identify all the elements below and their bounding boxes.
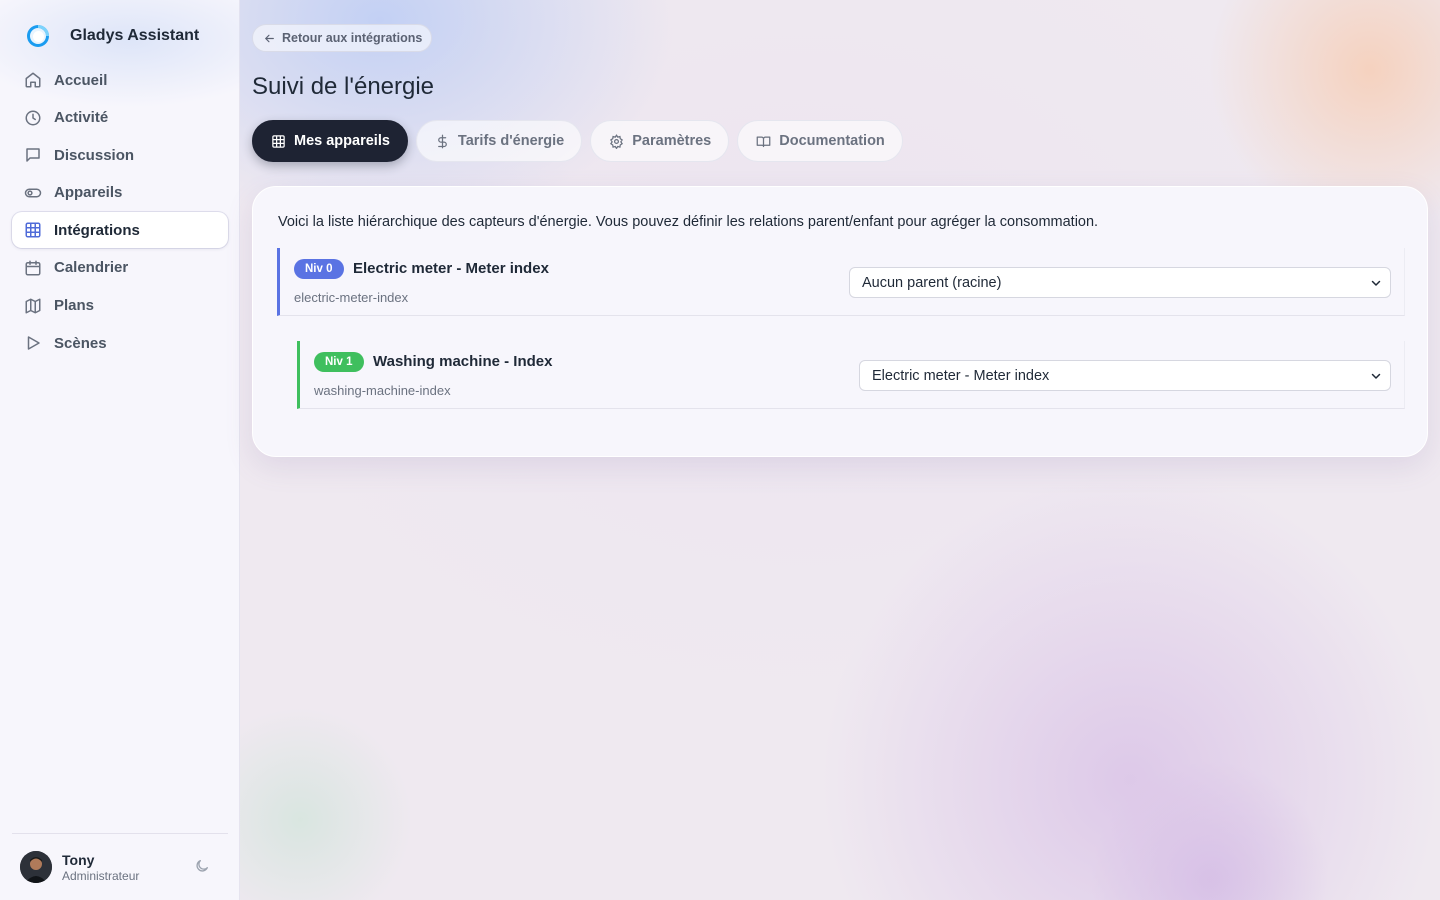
sidebar-item-integrations[interactable]: Intégrations: [12, 212, 228, 249]
sidebar-item-label: Plans: [54, 297, 95, 315]
sidebar-item-scenes[interactable]: Scènes: [12, 325, 228, 361]
book-icon: [756, 136, 771, 147]
level-badge: Niv 0: [294, 259, 344, 279]
calendar-icon: [24, 259, 42, 277]
sidebar-item-label: Appareils: [54, 184, 123, 202]
grid-icon: [24, 221, 42, 239]
tab-tarifs-energie[interactable]: Tarifs d'énergie: [415, 120, 583, 162]
sidebar-item-label: Calendrier: [54, 259, 129, 277]
tab-label: Documentation: [779, 133, 885, 149]
sidebar-item-label: Scènes: [54, 334, 107, 352]
sensor-row: Niv 1 Washing machine - Index washing-ma…: [297, 341, 1405, 409]
avatar[interactable]: [20, 851, 52, 883]
sidebar: Gladys Assistant Accueil Activité Discus…: [0, 0, 240, 900]
sensor-name: Electric meter - Meter index: [353, 260, 549, 277]
sidebar-item-calendrier[interactable]: Calendrier: [12, 250, 228, 286]
card-intro-text: Voici la liste hiérarchique des capteurs…: [278, 214, 1099, 230]
back-to-integrations-button[interactable]: Retour aux intégrations: [252, 24, 433, 52]
tab-documentation[interactable]: Documentation: [737, 120, 903, 162]
chat-icon: [24, 146, 42, 164]
grid-icon: [272, 134, 285, 148]
tab-bar: Mes appareils Tarifs d'énergie Paramètre…: [252, 120, 911, 162]
arrow-left-icon: [265, 34, 274, 42]
sidebar-item-label: Accueil: [54, 71, 108, 89]
toggle-icon: [24, 184, 42, 202]
page-title: Suivi de l'énergie: [252, 73, 435, 100]
sidebar-item-label: Activité: [54, 109, 109, 127]
sidebar-item-discussion[interactable]: Discussion: [12, 137, 228, 173]
parent-select[interactable]: Aucun parent (racine): [849, 267, 1391, 298]
brand[interactable]: Gladys Assistant: [24, 22, 199, 50]
energy-sensors-card: Voici la liste hiérarchique des capteurs…: [252, 186, 1428, 457]
level-badge: Niv 1: [314, 352, 364, 372]
sidebar-item-accueil[interactable]: Accueil: [12, 62, 228, 98]
user-role: Administrateur: [62, 868, 140, 883]
parent-select-value: Aucun parent (racine): [862, 274, 1002, 291]
back-button-label: Retour aux intégrations: [282, 31, 423, 45]
tab-label: Paramètres: [632, 133, 712, 149]
sensor-key: washing-machine-index: [314, 383, 451, 398]
chevron-down-icon: [1371, 373, 1381, 379]
tab-mes-appareils[interactable]: Mes appareils: [252, 120, 408, 162]
sidebar-item-label: Intégrations: [54, 221, 140, 239]
sidebar-item-activite[interactable]: Activité: [12, 100, 228, 136]
tab-label: Tarifs d'énergie: [457, 133, 565, 149]
sensor-name: Washing machine - Index: [373, 353, 553, 370]
sensor-row: Niv 0 Electric meter - Meter index elect…: [277, 248, 1405, 316]
chevron-down-icon: [1371, 280, 1381, 286]
user-name: Tony: [62, 851, 95, 868]
map-icon: [24, 297, 42, 315]
gear-icon: [610, 133, 624, 149]
user-panel: Tony Administrateur: [12, 833, 228, 900]
dollar-icon: [438, 134, 447, 148]
sidebar-item-appareils[interactable]: Appareils: [12, 175, 228, 211]
sidebar-item-label: Discussion: [54, 146, 135, 164]
parent-select-value: Electric meter - Meter index: [872, 367, 1050, 384]
moon-icon[interactable]: [194, 858, 210, 874]
home-icon: [24, 71, 42, 89]
tab-label: Mes appareils: [294, 133, 390, 149]
parent-select[interactable]: Electric meter - Meter index: [859, 360, 1391, 391]
play-icon: [24, 334, 42, 352]
tab-parametres[interactable]: Paramètres: [590, 120, 730, 162]
clock-icon: [24, 109, 42, 127]
sidebar-nav: Accueil Activité Discussion Appareils In…: [12, 62, 228, 363]
gladys-logo-icon: [27, 25, 49, 47]
sidebar-item-plans[interactable]: Plans: [12, 288, 228, 324]
app-name: Gladys Assistant: [70, 27, 200, 44]
sensor-key: electric-meter-index: [294, 290, 409, 305]
